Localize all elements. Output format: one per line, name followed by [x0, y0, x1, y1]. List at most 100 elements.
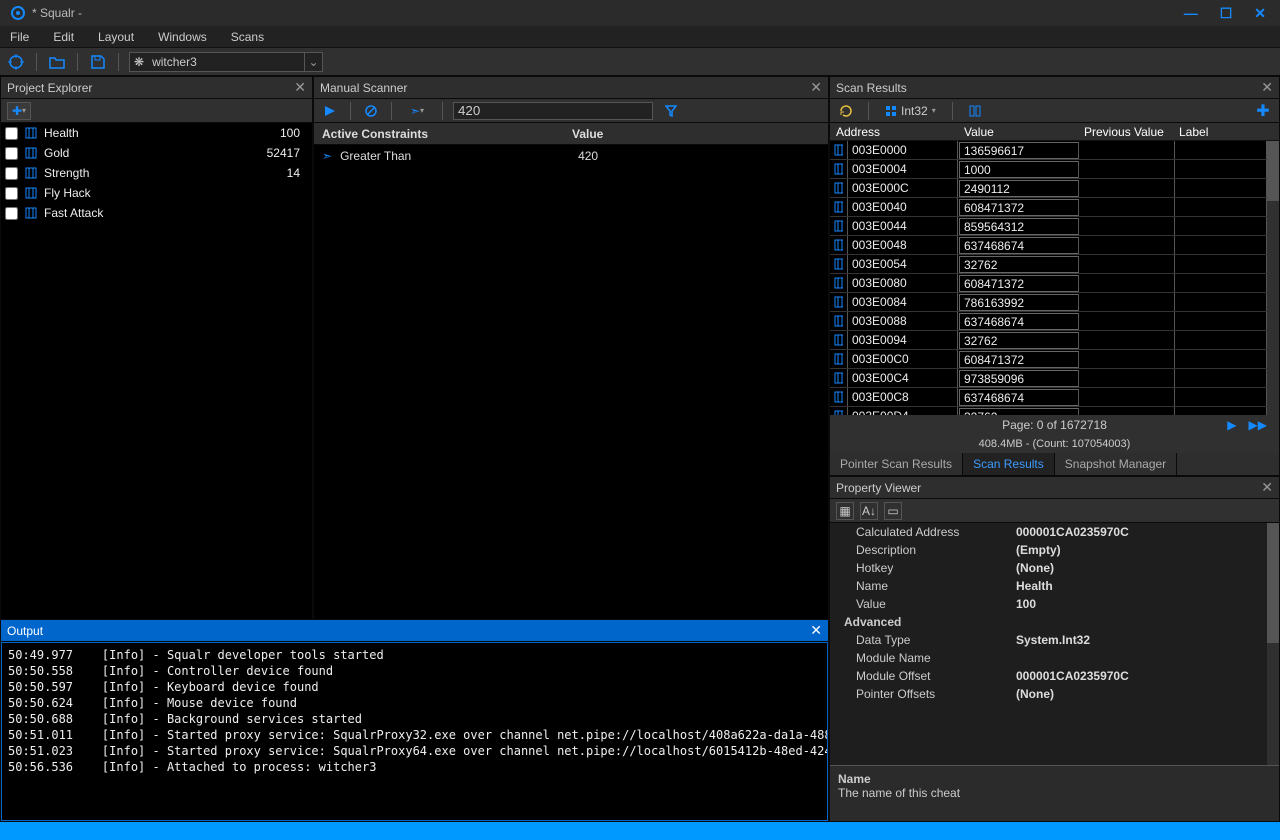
cheat-checkbox[interactable]	[5, 167, 18, 180]
result-row[interactable]: 003E0040 608471372	[830, 198, 1267, 217]
result-value[interactable]: 1000	[959, 161, 1079, 178]
result-label	[1175, 312, 1267, 330]
filter-icon[interactable]	[661, 101, 681, 121]
close-icon[interactable]: ✕	[1261, 79, 1273, 96]
page-icon[interactable]: ▭	[884, 502, 902, 520]
close-icon[interactable]: ✕	[1261, 479, 1273, 496]
constraint-value: 420	[578, 149, 598, 163]
property-row[interactable]: Advanced	[830, 613, 1267, 631]
target-icon[interactable]	[6, 52, 26, 72]
result-row[interactable]: 003E00C4 973859096	[830, 369, 1267, 388]
refresh-icon[interactable]	[836, 101, 856, 121]
result-row[interactable]: 003E000C 2490112	[830, 179, 1267, 198]
result-value[interactable]: 786163992	[959, 294, 1079, 311]
last-page-icon[interactable]: ▶▶	[1249, 418, 1267, 432]
result-value[interactable]: 32762	[959, 408, 1079, 415]
property-row[interactable]: NameHealth	[830, 577, 1267, 595]
property-row[interactable]: Module Offset000001CA0235970C	[830, 667, 1267, 685]
property-row[interactable]: Value100	[830, 595, 1267, 613]
property-row[interactable]: Data TypeSystem.Int32	[830, 631, 1267, 649]
result-prev	[1080, 217, 1175, 235]
result-row[interactable]: 003E0054 32762	[830, 255, 1267, 274]
property-row[interactable]: Calculated Address000001CA0235970C	[830, 523, 1267, 541]
menu-layout[interactable]: Layout	[98, 30, 134, 44]
constraint-dropdown[interactable]: ➣▾	[402, 101, 432, 121]
memory-icon	[24, 206, 38, 220]
save-icon[interactable]	[88, 52, 108, 72]
add-button[interactable]: ✚▾	[7, 102, 31, 120]
result-row[interactable]: 003E0004 1000	[830, 160, 1267, 179]
result-value[interactable]: 136596617	[959, 142, 1079, 159]
stop-icon[interactable]	[361, 101, 381, 121]
maximize-button[interactable]: ☐	[1220, 5, 1233, 22]
process-name: witcher3	[144, 55, 304, 69]
result-row[interactable]: 003E0000 136596617	[830, 141, 1267, 160]
result-value[interactable]: 637468674	[959, 237, 1079, 254]
next-page-icon[interactable]: ▶	[1227, 418, 1236, 432]
property-row[interactable]: Module Name	[830, 649, 1267, 667]
result-row[interactable]: 003E0088 637468674	[830, 312, 1267, 331]
menu-file[interactable]: File	[10, 30, 29, 44]
categorize-icon[interactable]: ▦	[836, 502, 854, 520]
result-row[interactable]: 003E0044 859564312	[830, 217, 1267, 236]
project-item[interactable]: Fast Attack	[1, 203, 312, 223]
prop-key: Data Type	[856, 633, 1016, 647]
result-row[interactable]: 003E0048 637468674	[830, 236, 1267, 255]
result-row[interactable]: 003E00C8 637468674	[830, 388, 1267, 407]
tab-snapshot-manager[interactable]: Snapshot Manager	[1055, 453, 1177, 475]
data-type-dropdown[interactable]: Int32 ▾	[881, 101, 940, 121]
constraint-row[interactable]: ➣ Greater Than 420	[314, 145, 828, 167]
result-value[interactable]: 608471372	[959, 199, 1079, 216]
result-row[interactable]: 003E00C0 608471372	[830, 350, 1267, 369]
result-value[interactable]: 608471372	[959, 275, 1079, 292]
menu-scans[interactable]: Scans	[231, 30, 264, 44]
property-row[interactable]: Description(Empty)	[830, 541, 1267, 559]
result-value[interactable]: 2490112	[959, 180, 1079, 197]
close-icon[interactable]: ✕	[810, 622, 822, 639]
sort-icon[interactable]: A↓	[860, 502, 878, 520]
output-console[interactable]: 50:49.977 [Info] - Squalr developer tool…	[1, 642, 828, 821]
result-row[interactable]: 003E0084 786163992	[830, 293, 1267, 312]
tab-pointer-results[interactable]: Pointer Scan Results	[830, 453, 963, 475]
result-value[interactable]: 637468674	[959, 313, 1079, 330]
project-item[interactable]: Fly Hack	[1, 183, 312, 203]
property-row[interactable]: Pointer Offsets(None)	[830, 685, 1267, 703]
scrollbar[interactable]	[1267, 523, 1279, 765]
result-row[interactable]: 003E00D4 32762	[830, 407, 1267, 415]
result-row[interactable]: 003E0080 608471372	[830, 274, 1267, 293]
close-button[interactable]: ✕	[1254, 5, 1266, 22]
add-result-icon[interactable]: ✚	[1253, 101, 1273, 121]
scrollbar[interactable]	[1267, 141, 1279, 415]
play-icon[interactable]	[320, 101, 340, 121]
menubar: File Edit Layout Windows Scans	[0, 26, 1280, 48]
cheat-value: 100	[280, 126, 308, 140]
property-grid[interactable]: Calculated Address000001CA0235970CDescri…	[830, 523, 1267, 765]
minimize-button[interactable]: —	[1184, 5, 1198, 22]
result-row[interactable]: 003E0094 32762	[830, 331, 1267, 350]
menu-edit[interactable]: Edit	[53, 30, 74, 44]
cheat-checkbox[interactable]	[5, 127, 18, 140]
close-icon[interactable]: ✕	[810, 79, 822, 96]
result-value[interactable]: 973859096	[959, 370, 1079, 387]
result-value[interactable]: 32762	[959, 332, 1079, 349]
tab-scan-results[interactable]: Scan Results	[963, 453, 1055, 475]
project-item[interactable]: Gold 52417	[1, 143, 312, 163]
close-icon[interactable]: ✕	[294, 79, 306, 96]
cheat-checkbox[interactable]	[5, 187, 18, 200]
property-row[interactable]: Hotkey(None)	[830, 559, 1267, 577]
project-item[interactable]: Health 100	[1, 123, 312, 143]
process-selector[interactable]: ❋ witcher3 ⌄	[129, 52, 323, 72]
cheat-checkbox[interactable]	[5, 207, 18, 220]
result-value[interactable]: 637468674	[959, 389, 1079, 406]
open-icon[interactable]	[47, 52, 67, 72]
result-value[interactable]: 859564312	[959, 218, 1079, 235]
cheat-checkbox[interactable]	[5, 147, 18, 160]
results-table[interactable]: 003E0000 136596617 003E0004 1000 003E000…	[830, 141, 1267, 415]
columns-icon[interactable]	[965, 101, 985, 121]
menu-windows[interactable]: Windows	[158, 30, 207, 44]
chevron-down-icon[interactable]: ⌄	[304, 53, 322, 71]
scan-value-input[interactable]	[453, 102, 653, 120]
result-value[interactable]: 32762	[959, 256, 1079, 273]
project-item[interactable]: Strength 14	[1, 163, 312, 183]
result-value[interactable]: 608471372	[959, 351, 1079, 368]
